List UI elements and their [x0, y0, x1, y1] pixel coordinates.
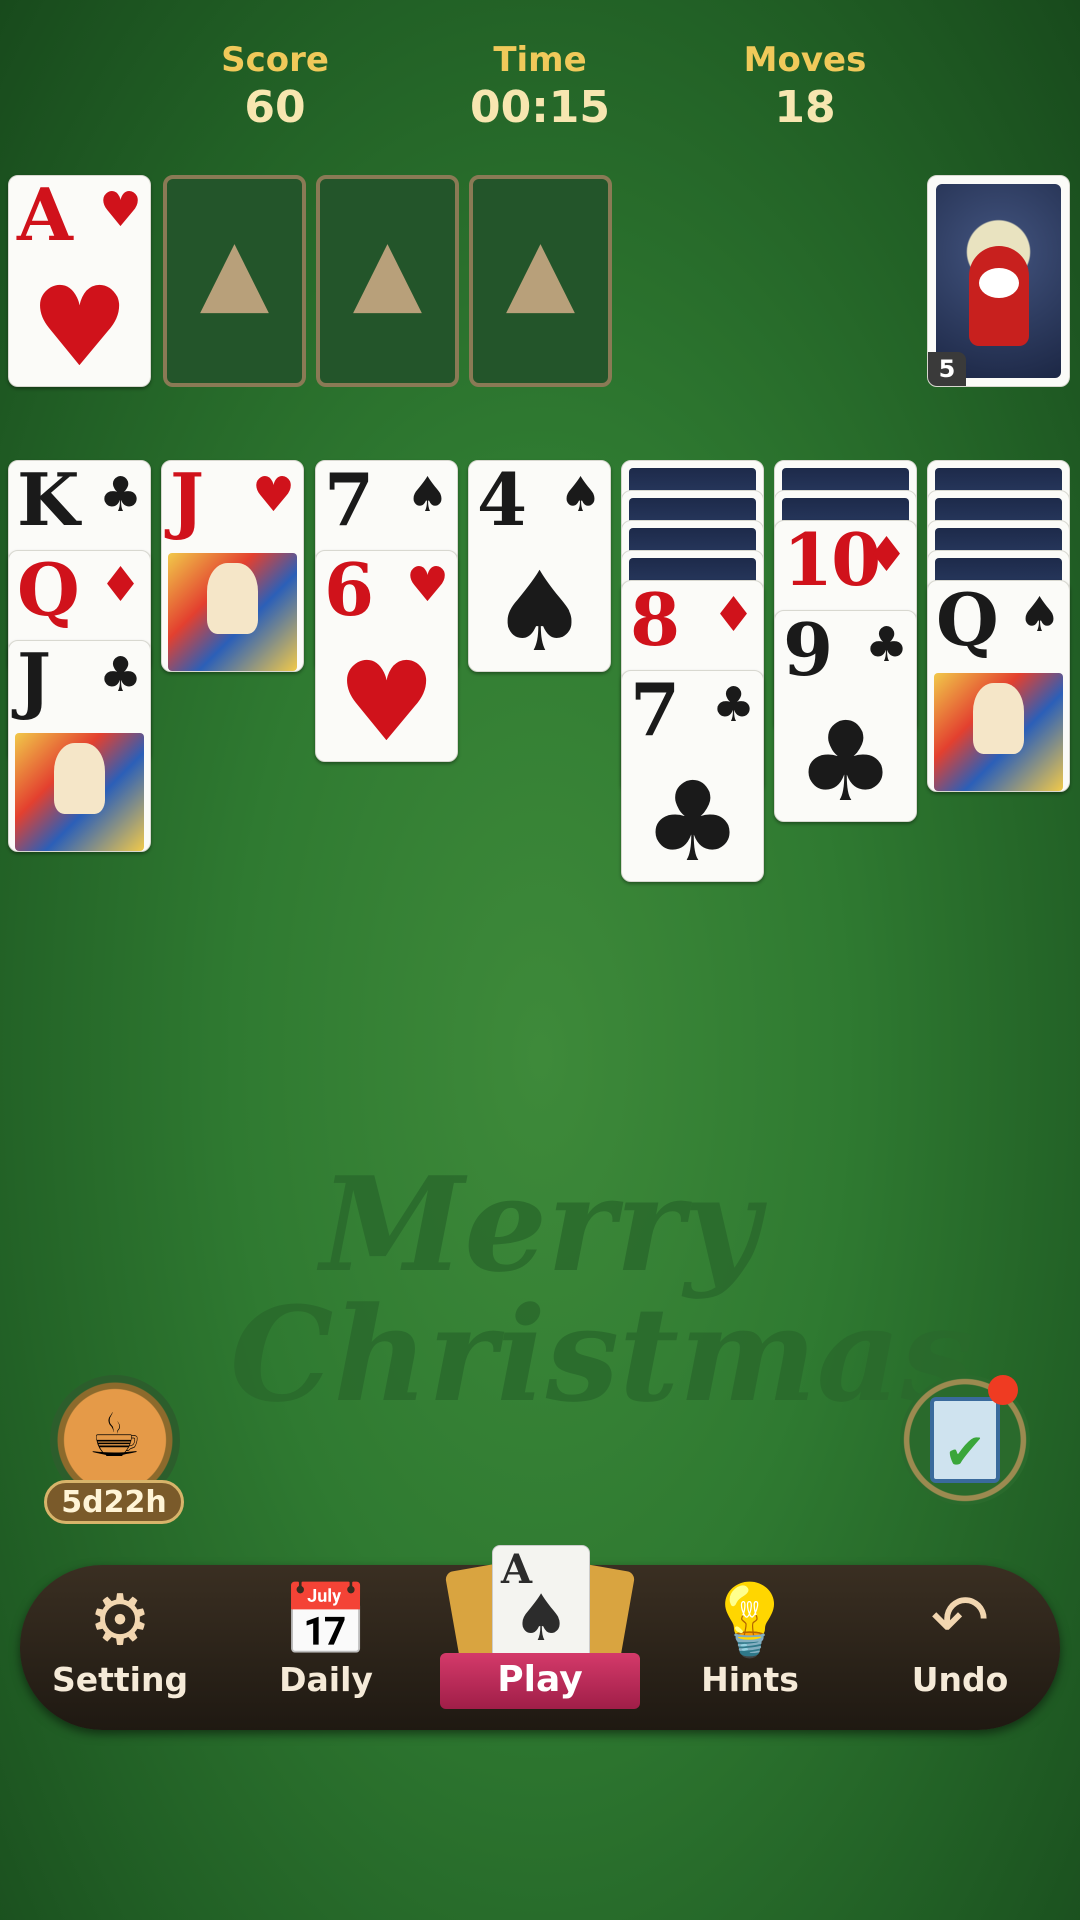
daily-label: Daily [279, 1660, 373, 1699]
setting-label: Setting [51, 1660, 189, 1699]
card-rank: 9 [783, 610, 833, 692]
card-rank: 4 [477, 460, 527, 542]
foundation-slot[interactable]: ▲ [316, 175, 459, 387]
card-rank: J [170, 460, 204, 542]
card-suit-large: ♥ [337, 638, 436, 762]
coffee-cup-icon: ☕ [88, 1401, 142, 1471]
card-suit-small: ♣ [864, 617, 908, 673]
card-suit-small: ♠ [558, 467, 602, 523]
play-label: Play [440, 1653, 640, 1709]
card-rank: Q [17, 550, 80, 632]
card-suit-small: ♣ [98, 467, 142, 523]
tableau-card[interactable]: J ♥ [161, 460, 304, 672]
notification-dot [988, 1375, 1018, 1405]
card-suit-large: ♣ [796, 698, 895, 822]
jack-face-art [168, 553, 297, 671]
santa-beard [978, 268, 1019, 298]
tableau-card[interactable]: Q ♠ [927, 580, 1070, 792]
card-rank: J [17, 640, 51, 722]
card-suit-small: ♥ [98, 182, 142, 238]
card-suit-large: ♣ [643, 758, 742, 882]
tree-icon: ▲ [199, 219, 270, 324]
score-value: 60 [244, 82, 306, 133]
tasks-button[interactable]: ✔ [900, 1375, 1030, 1505]
checkmark-icon: ✔ [944, 1423, 986, 1481]
event-timer: 5d22h [44, 1480, 184, 1524]
setting-button[interactable]: ⚙ Setting [40, 1580, 200, 1720]
card-suit-small: ♠ [1017, 587, 1061, 643]
card-rank: 8 [630, 580, 680, 662]
tableau-card[interactable]: 9 ♣ ♣ [774, 610, 917, 822]
lightbulb-icon: 💡 [706, 1579, 794, 1661]
undo-button[interactable]: ↶ Undo [880, 1580, 1040, 1720]
tableau-card[interactable]: J ♣ [8, 640, 151, 852]
calendar-icon: 📅 [282, 1579, 370, 1661]
time-label: Time [493, 40, 587, 80]
hints-label: Hints [701, 1660, 799, 1699]
tree-icon: ▲ [352, 219, 423, 324]
tableau-card[interactable]: 4 ♠ ♠ [468, 460, 611, 672]
time-value: 00:15 [469, 82, 611, 133]
card-rank: 6 [324, 550, 374, 632]
tree-icon: ▲ [505, 219, 576, 324]
card-suit-small: ♠ [405, 467, 449, 523]
merry-christmas-watermark: Merry Christmas [230, 1148, 975, 1431]
score-label: Score [221, 40, 329, 80]
foundation-card[interactable]: A ♥ ♥ [8, 175, 151, 387]
foundation-slot[interactable]: ▲ [163, 175, 306, 387]
queen-face-art [934, 673, 1063, 791]
card-rank: A [17, 175, 73, 257]
card-suit-large: ♠ [490, 548, 589, 672]
card-rank: 7 [630, 670, 680, 752]
stock-pile[interactable]: 5 [927, 175, 1070, 387]
card-suit-large: ♥ [30, 263, 129, 387]
card-suit-small: ♦ [864, 527, 908, 583]
card-suit-small: ♦ [711, 587, 755, 643]
moves-display: Moves 18 [705, 40, 905, 133]
undo-label: Undo [911, 1660, 1009, 1699]
jack-face-art [15, 733, 144, 851]
tableau-card[interactable]: 7 ♣ ♣ [621, 670, 764, 882]
card-rank: 7 [324, 460, 374, 542]
foundation-slot[interactable]: ▲ [469, 175, 612, 387]
card-suit-small: ♣ [711, 677, 755, 733]
hints-button[interactable]: 💡 Hints [670, 1580, 830, 1720]
score-display: Score 60 [175, 40, 375, 133]
time-display: Time 00:15 [440, 40, 640, 133]
card-rank: Q [936, 580, 999, 662]
card-suit-small: ♥ [405, 557, 449, 613]
card-suit-small: ♦ [98, 557, 142, 613]
moves-label: Moves [743, 40, 867, 80]
tableau-card[interactable]: 6 ♥ ♥ [315, 550, 458, 762]
stock-count: 5 [928, 352, 966, 386]
card-rank: K [17, 460, 80, 542]
daily-button[interactable]: 📅 Daily [246, 1580, 406, 1720]
card-suit-small: ♣ [98, 647, 142, 703]
undo-arrow-icon: ↶ [930, 1579, 990, 1661]
play-button[interactable]: A ♠ Play [440, 1545, 640, 1720]
gear-icon: ⚙ [88, 1579, 152, 1661]
card-suit-small: ♥ [251, 467, 295, 523]
moves-value: 18 [774, 82, 836, 133]
